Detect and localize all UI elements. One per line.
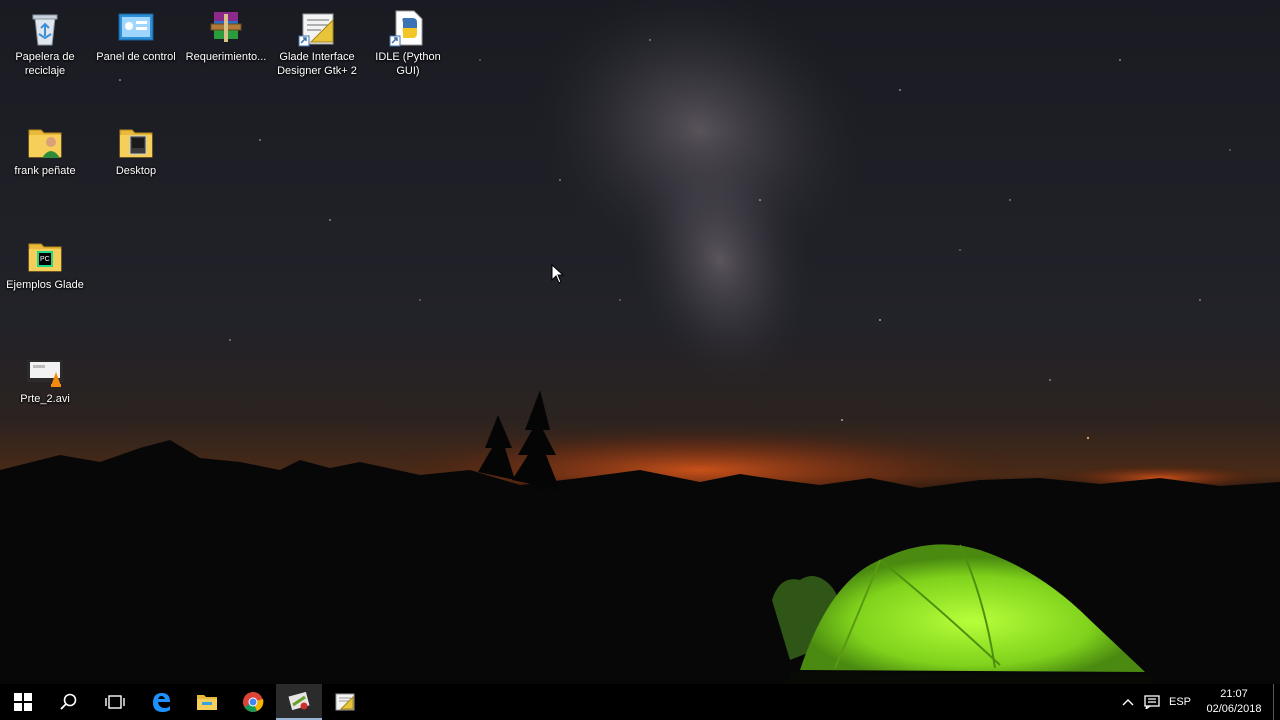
winrar-archive-icon (210, 12, 242, 42)
svg-text:PC: PC (40, 256, 50, 263)
file-explorer-taskbar-button[interactable] (184, 684, 230, 720)
desktop-icon-label: Requerimiento... (185, 51, 267, 63)
desktop-icon-idle-python[interactable]: IDLE (Python GUI) (363, 0, 453, 78)
search-button[interactable] (46, 684, 92, 720)
desktop-icon-label: frank peñate (14, 165, 76, 177)
edge-taskbar-button[interactable] (138, 684, 184, 720)
desktop-icon-label: Prte_2.avi (20, 393, 70, 405)
desktop-wallpaper (0, 0, 1280, 720)
windows-start-icon (14, 693, 32, 711)
control-panel-icon (118, 13, 154, 41)
vlc-video-file-icon (27, 360, 63, 387)
folder-icon (119, 129, 153, 158)
chrome-taskbar-button[interactable] (230, 684, 276, 720)
glade-app-icon (288, 691, 310, 711)
desktop-icon-label: Papelera de reciclaje (15, 51, 75, 77)
task-view-icon (105, 695, 125, 709)
desktop-icon-label: IDLE (Python GUI) (375, 51, 441, 77)
search-icon (60, 693, 77, 710)
desktop-icon-label: Desktop (115, 165, 157, 177)
user-folder-icon (28, 129, 62, 158)
chrome-icon (243, 692, 264, 712)
python-shortcut-icon (389, 10, 423, 47)
desktop-icon-label: Ejemplos Glade (6, 279, 84, 291)
clock-date: 02/06/2018 (1206, 703, 1262, 715)
desktop-icon-control-panel[interactable]: Panel de control (91, 0, 181, 64)
desktop-icon-recycle-bin[interactable]: Papelera de reciclaje (0, 0, 90, 78)
mouse-cursor-icon (551, 264, 565, 284)
recycle-bin-icon (32, 14, 58, 46)
desktop-icon-requerimiento[interactable]: Requerimiento... (181, 0, 271, 64)
glade-designer-icon (335, 693, 355, 711)
clock[interactable]: 21:07 02/06/2018 (1195, 684, 1273, 720)
notifications-button[interactable] (1139, 684, 1165, 720)
desktop-icon-ejemplos-glade[interactable]: PC Ejemplos Glade (0, 228, 90, 292)
desktop-icon-prte2-avi[interactable]: Prte_2.avi (0, 342, 90, 406)
system-tray: ESP 21:07 02/06/2018 (1117, 684, 1280, 720)
glade-shortcut-icon (298, 13, 334, 47)
action-center-icon (1144, 695, 1160, 709)
input-language-indicator[interactable]: ESP (1165, 684, 1195, 720)
desktop-icon-desktop-folder[interactable]: Desktop (91, 114, 181, 178)
desktop-icon-frank-penate[interactable]: frank peñate (0, 114, 90, 178)
show-hidden-icons-button[interactable] (1117, 684, 1139, 720)
desktop-icon-label: Panel de control (96, 51, 176, 63)
glade-designer-taskbar-button[interactable] (322, 684, 368, 720)
taskbar: ESP 21:07 02/06/2018 (0, 684, 1280, 720)
chevron-up-icon (1122, 699, 1134, 706)
show-desktop-button[interactable] (1273, 684, 1280, 720)
clock-time: 21:07 (1220, 688, 1248, 700)
file-explorer-icon (197, 695, 217, 710)
pycharm-folder-icon: PC (28, 243, 62, 272)
start-button[interactable] (0, 684, 46, 720)
desktop-icon-label: Glade Interface Designer Gtk+ 2 (277, 51, 357, 77)
desktop-icon-glade-designer[interactable]: Glade Interface Designer Gtk+ 2 (272, 0, 362, 78)
glade-taskbar-button[interactable] (276, 684, 322, 720)
task-view-button[interactable] (92, 684, 138, 720)
edge-browser-icon (153, 693, 170, 712)
